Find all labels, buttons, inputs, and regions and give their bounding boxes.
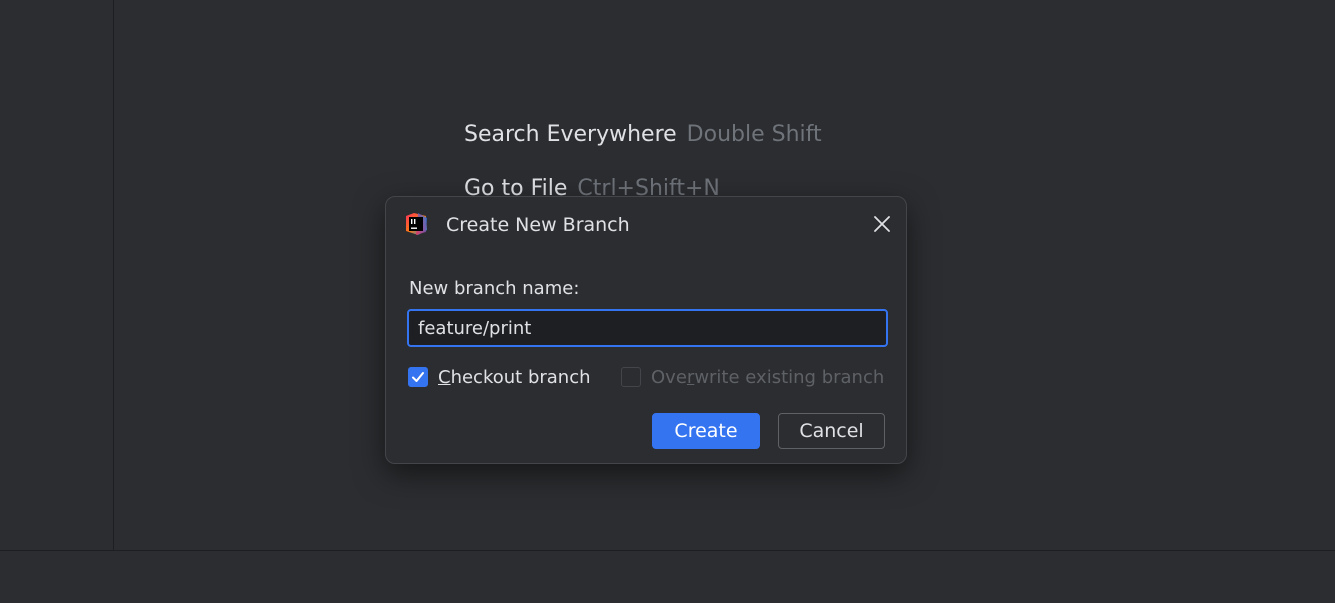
label-rest: write existing branch xyxy=(694,366,885,388)
checkout-branch-label[interactable]: Checkout branch xyxy=(438,367,591,388)
hint-action: Search Everywhere xyxy=(464,122,677,147)
checkbox-unchecked-icon[interactable] xyxy=(621,367,641,387)
label-rest: heckout branch xyxy=(450,366,591,388)
overwrite-branch-checkbox[interactable]: Overwrite existing branch xyxy=(621,365,884,389)
hint-shortcut: Double Shift xyxy=(686,122,822,147)
create-button[interactable]: Create xyxy=(652,413,760,449)
project-tool-window xyxy=(0,0,114,550)
intellij-idea-logo-icon xyxy=(404,212,428,236)
status-bar xyxy=(0,550,1335,603)
label-prefix: Ove xyxy=(651,366,687,388)
dialog-title: Create New Branch xyxy=(446,214,630,236)
ide-window: Search Everywhere Double Shift Go to File… xyxy=(0,0,1335,603)
create-branch-dialog: Create New Branch New branch name: Check… xyxy=(385,196,907,464)
branch-name-label: New branch name: xyxy=(409,278,580,299)
mnemonic-letter: C xyxy=(438,366,451,388)
hint-search-everywhere: Search Everywhere Double Shift xyxy=(464,121,822,149)
close-icon[interactable] xyxy=(872,214,892,234)
overwrite-branch-label[interactable]: Overwrite existing branch xyxy=(651,367,884,388)
checkout-branch-checkbox[interactable]: Checkout branch xyxy=(408,365,591,389)
checkbox-checked-icon[interactable] xyxy=(408,367,428,387)
branch-name-input[interactable] xyxy=(407,309,888,347)
cancel-button[interactable]: Cancel xyxy=(778,413,885,449)
